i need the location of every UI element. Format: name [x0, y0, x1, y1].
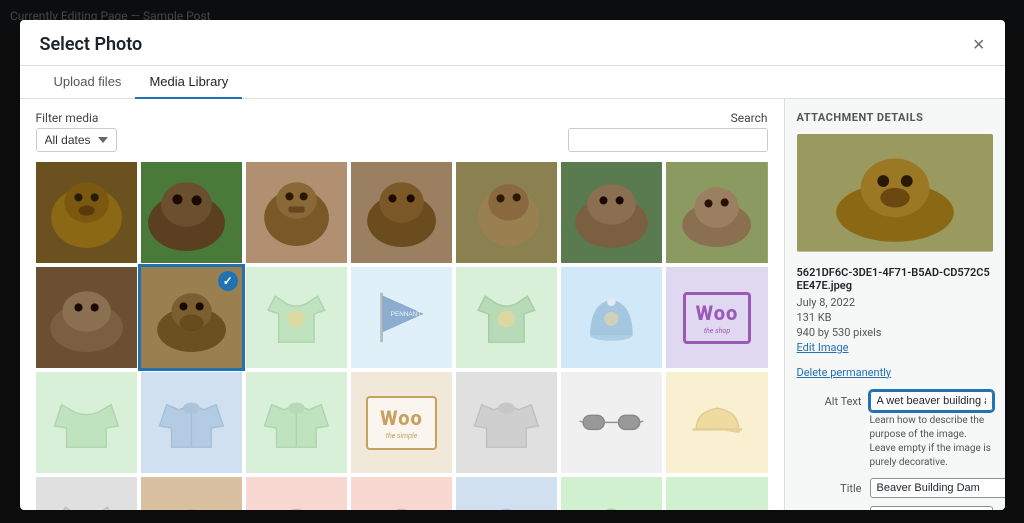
- media-item-woo[interactable]: Woo the shop: [666, 267, 767, 368]
- woo-text-2: Woo: [380, 406, 423, 430]
- media-item[interactable]: [246, 162, 347, 263]
- title-label: Title: [797, 478, 862, 495]
- media-item[interactable]: [351, 477, 452, 510]
- attachment-filesize: 131 KB: [797, 311, 993, 324]
- delete-permanently-link[interactable]: Delete permanently: [797, 366, 993, 379]
- filter-section: Filter media All dates: [36, 111, 117, 152]
- tab-media-library[interactable]: Media Library: [135, 66, 242, 99]
- edit-image-link[interactable]: Edit Image: [797, 341, 993, 354]
- media-item[interactable]: [561, 372, 662, 473]
- alt-text-input[interactable]: [870, 391, 993, 411]
- attachment-section-title: ATTACHMENT DETAILS: [797, 111, 993, 124]
- media-item[interactable]: [456, 162, 557, 263]
- media-item[interactable]: [666, 372, 767, 473]
- attachment-date: July 8, 2022: [797, 296, 993, 309]
- media-item-woo2[interactable]: Woo the simple: [351, 372, 452, 473]
- tab-upload-files[interactable]: Upload files: [40, 66, 136, 99]
- caption-row: Caption: [797, 506, 993, 510]
- attachment-filename: 5621DF6C-3DE1-4F71-B5AD-CD572C5EE47E.jpe…: [797, 266, 993, 292]
- attachment-dimensions: 940 by 530 pixels: [797, 326, 993, 339]
- search-input[interactable]: [568, 128, 768, 152]
- media-item[interactable]: [456, 477, 557, 510]
- filter-label: Filter media: [36, 111, 117, 125]
- select-photo-modal: Select Photo × Upload files Media Librar…: [20, 20, 1005, 510]
- media-area: Filter media All dates Search: [20, 99, 785, 510]
- media-item[interactable]: [246, 267, 347, 368]
- media-item[interactable]: [141, 477, 242, 510]
- alt-text-hint: Learn how to describe the purpose of the…: [870, 414, 993, 470]
- media-toolbar: Filter media All dates Search: [36, 111, 768, 152]
- media-item[interactable]: [36, 477, 137, 510]
- attachment-sidebar: ATTACHMENT DETAILS 5621DF6C-3DE1-4F71-B5…: [785, 99, 1005, 510]
- media-item[interactable]: [246, 477, 347, 510]
- search-section: Search: [568, 111, 768, 152]
- modal-tabs: Upload files Media Library: [20, 66, 1005, 99]
- attachment-preview: [797, 134, 993, 256]
- media-item[interactable]: [141, 372, 242, 473]
- title-row: Title Beaver Building Dam: [797, 478, 993, 498]
- media-item[interactable]: [246, 372, 347, 473]
- media-item[interactable]: [456, 267, 557, 368]
- media-item[interactable]: [561, 477, 662, 510]
- caption-label: Caption: [797, 506, 862, 510]
- modal-body: Filter media All dates Search: [20, 99, 1005, 510]
- woo-text: Woo: [696, 301, 739, 325]
- media-item[interactable]: [36, 372, 137, 473]
- media-item[interactable]: [666, 477, 767, 510]
- media-item[interactable]: [36, 267, 137, 368]
- woo-subtext: the shop: [704, 327, 730, 335]
- svg-text:PENNANT: PENNANT: [391, 311, 422, 318]
- media-item[interactable]: [141, 162, 242, 263]
- media-item[interactable]: [561, 162, 662, 263]
- media-item[interactable]: PENNANT: [351, 267, 452, 368]
- media-item[interactable]: [351, 162, 452, 263]
- alt-text-row: Alt Text Learn how to describe the purpo…: [797, 391, 993, 470]
- modal-title: Select Photo: [40, 34, 143, 65]
- search-label: Search: [731, 111, 768, 125]
- media-item[interactable]: [666, 162, 767, 263]
- modal-close-button[interactable]: ×: [973, 35, 985, 65]
- filter-select[interactable]: All dates: [36, 128, 117, 152]
- media-item[interactable]: [36, 162, 137, 263]
- media-item-selected[interactable]: ✓: [141, 267, 242, 368]
- title-input[interactable]: Beaver Building Dam: [870, 478, 1005, 498]
- woo2-subtext: the simple: [386, 432, 417, 440]
- modal-header: Select Photo ×: [20, 20, 1005, 66]
- selected-checkmark: ✓: [218, 271, 238, 291]
- alt-text-label: Alt Text: [797, 391, 862, 408]
- caption-input[interactable]: [870, 506, 993, 510]
- media-item[interactable]: [561, 267, 662, 368]
- media-item[interactable]: [456, 372, 557, 473]
- media-grid: ✓ PENNANT: [36, 162, 768, 510]
- modal-overlay: Select Photo × Upload files Media Librar…: [0, 0, 1024, 523]
